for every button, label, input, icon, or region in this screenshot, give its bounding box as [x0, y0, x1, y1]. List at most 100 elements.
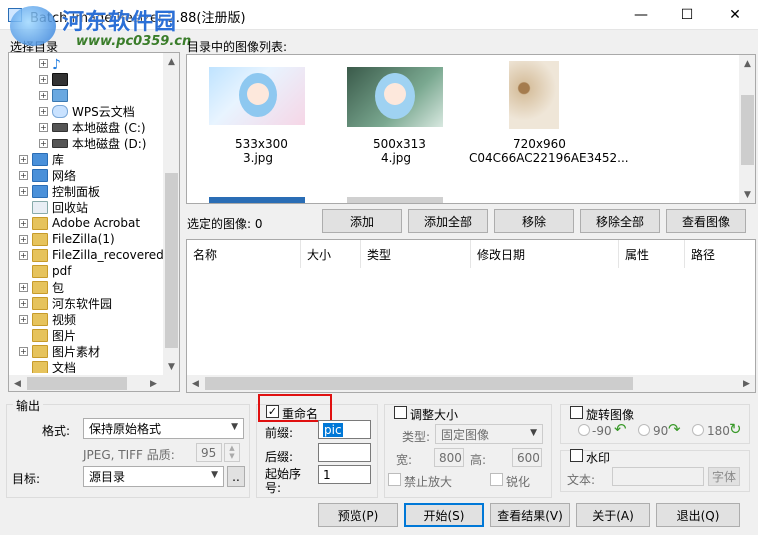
quality-spinner-icon[interactable]: ▲ ▼	[224, 443, 240, 462]
tree-item[interactable]: pdf	[19, 263, 71, 279]
target-select[interactable]: 源目录 ▼	[83, 466, 224, 487]
sharpen-checkbox[interactable]	[490, 473, 503, 486]
scroll-down-icon[interactable]: ▼	[739, 186, 755, 203]
about-button[interactable]: 关于(A)	[576, 503, 650, 527]
add-button[interactable]: 添加	[322, 209, 402, 233]
tree-item[interactable]: + Adobe Acrobat	[19, 215, 140, 231]
expand-icon[interactable]: +	[19, 298, 28, 308]
tree-item[interactable]: 回收站	[19, 199, 88, 215]
selected-images-list[interactable]: 名称 大小 类型 修改日期 属性 路径 ◀ ▶	[186, 239, 756, 393]
tree-item[interactable]: + WPS云文档	[39, 103, 135, 119]
column-header-size[interactable]: 大小	[301, 240, 361, 268]
tree-item[interactable]: + ♪	[39, 57, 72, 73]
column-header-type[interactable]: 类型	[361, 240, 471, 268]
tree-hscroll-thumb[interactable]	[27, 377, 127, 390]
no-enlarge-checkbox[interactable]	[388, 473, 401, 486]
tree-item[interactable]: + 本地磁盘 (C:)	[39, 119, 146, 135]
scroll-right-icon[interactable]: ▶	[738, 375, 755, 392]
column-header-path[interactable]: 路径	[685, 240, 755, 268]
add-all-button[interactable]: 添加全部	[408, 209, 488, 233]
scroll-right-icon[interactable]: ▶	[145, 375, 162, 391]
tree-item[interactable]: + 图片素材	[19, 343, 100, 359]
tree-item[interactable]: 文档	[19, 359, 76, 373]
thumbnail-c04c[interactable]	[509, 61, 559, 129]
format-select[interactable]: 保持原始格式 ▼	[83, 418, 244, 439]
scroll-up-icon[interactable]: ▲	[739, 55, 755, 72]
rotate-checkbox[interactable]	[570, 406, 583, 419]
thumbnail-partial[interactable]	[347, 197, 443, 203]
tree-item[interactable]: + 视频	[19, 311, 76, 327]
minimize-button[interactable]: —	[618, 0, 664, 30]
tree-item[interactable]: + 网络	[19, 167, 76, 183]
scroll-up-icon[interactable]: ▲	[163, 53, 179, 70]
tree-item[interactable]: + 库	[19, 151, 64, 167]
font-button[interactable]: 字体	[708, 467, 740, 486]
height-input[interactable]: 600	[512, 448, 542, 467]
maximize-button[interactable]: ☐	[664, 0, 710, 30]
expand-icon[interactable]: +	[19, 170, 28, 180]
list-hscroll-thumb[interactable]	[205, 377, 633, 390]
start-button[interactable]: 开始(S)	[404, 503, 484, 527]
column-header-name[interactable]: 名称	[187, 240, 301, 268]
rotate-minus90-radio[interactable]	[578, 424, 590, 436]
watermark-text-input[interactable]	[612, 467, 704, 486]
start-input[interactable]: 1	[318, 465, 371, 484]
watermark-checkbox[interactable]	[570, 449, 583, 462]
prefix-input[interactable]: pic	[318, 420, 371, 439]
thumbnail-3[interactable]	[209, 67, 305, 125]
thumbnail-4[interactable]	[347, 67, 443, 127]
gallery-vscrollbar[interactable]: ▲ ▼	[739, 55, 755, 203]
expand-icon[interactable]: +	[19, 218, 28, 228]
expand-icon[interactable]: +	[39, 74, 48, 84]
tree-hscrollbar[interactable]: ◀ ▶	[9, 375, 179, 391]
expand-icon[interactable]: +	[39, 58, 48, 68]
tree-item[interactable]: + FileZilla(1)	[19, 231, 115, 247]
view-result-button[interactable]: 查看结果(V)	[490, 503, 570, 527]
tree-item[interactable]: + FileZilla_recovered	[19, 247, 163, 263]
tree-item[interactable]: + 包	[19, 279, 64, 295]
image-gallery[interactable]: 533x300 3.jpg 500x313 4.jpg 720x960 C04C…	[186, 54, 756, 204]
expand-icon[interactable]: +	[39, 106, 48, 116]
rename-checkbox[interactable]: ✓	[266, 405, 279, 418]
resize-checkbox[interactable]	[394, 406, 407, 419]
suffix-input[interactable]	[318, 443, 371, 462]
thumbnail-partial[interactable]	[209, 197, 305, 203]
preview-button[interactable]: 预览(P)	[318, 503, 398, 527]
column-header-date[interactable]: 修改日期	[471, 240, 619, 268]
rotate-90-radio[interactable]	[638, 424, 650, 436]
tree-item[interactable]: +	[39, 71, 72, 87]
rotate-180-radio[interactable]	[692, 424, 704, 436]
close-button[interactable]: ✕	[712, 0, 758, 30]
expand-icon[interactable]: +	[19, 314, 28, 324]
tree-item[interactable]: 图片	[19, 327, 76, 343]
tree-item[interactable]: + 河东软件园	[19, 295, 112, 311]
expand-icon[interactable]: +	[19, 186, 28, 196]
scroll-left-icon[interactable]: ◀	[187, 375, 204, 392]
tree-scroll-thumb[interactable]	[165, 173, 178, 348]
tree-item[interactable]: + 控制面板	[19, 183, 100, 199]
exit-button[interactable]: 退出(Q)	[656, 503, 740, 527]
list-hscrollbar[interactable]: ◀ ▶	[187, 375, 755, 392]
expand-icon[interactable]: +	[39, 122, 48, 132]
tree-item[interactable]: + 本地磁盘 (D:)	[39, 135, 146, 151]
gallery-scroll-thumb[interactable]	[741, 95, 754, 165]
expand-icon[interactable]: +	[19, 154, 28, 164]
view-image-button[interactable]: 查看图像	[666, 209, 746, 233]
browse-button[interactable]: ..	[227, 466, 245, 487]
column-header-attr[interactable]: 属性	[619, 240, 685, 268]
expand-icon[interactable]: +	[19, 250, 28, 260]
expand-icon[interactable]: +	[19, 234, 28, 244]
tree-item[interactable]: +	[39, 87, 72, 103]
type-select[interactable]: 固定图像 ▼	[435, 424, 543, 444]
remove-button[interactable]: 移除	[494, 209, 574, 233]
quality-input[interactable]: 95	[196, 443, 222, 462]
expand-icon[interactable]: +	[39, 90, 48, 100]
expand-icon[interactable]: +	[39, 138, 48, 148]
expand-icon[interactable]: +	[19, 282, 28, 292]
scroll-down-icon[interactable]: ▼	[163, 358, 179, 375]
width-input[interactable]: 800	[434, 448, 464, 467]
expand-icon[interactable]: +	[19, 346, 28, 356]
directory-tree[interactable]: + ♪ + + + WPS云文档 + 本地磁盘 (C:) + 本地磁盘 (D:) + 库 + 网络 + 控制面…	[8, 52, 180, 392]
scroll-left-icon[interactable]: ◀	[9, 375, 26, 391]
tree-vscrollbar[interactable]: ▲ ▼	[163, 53, 179, 375]
